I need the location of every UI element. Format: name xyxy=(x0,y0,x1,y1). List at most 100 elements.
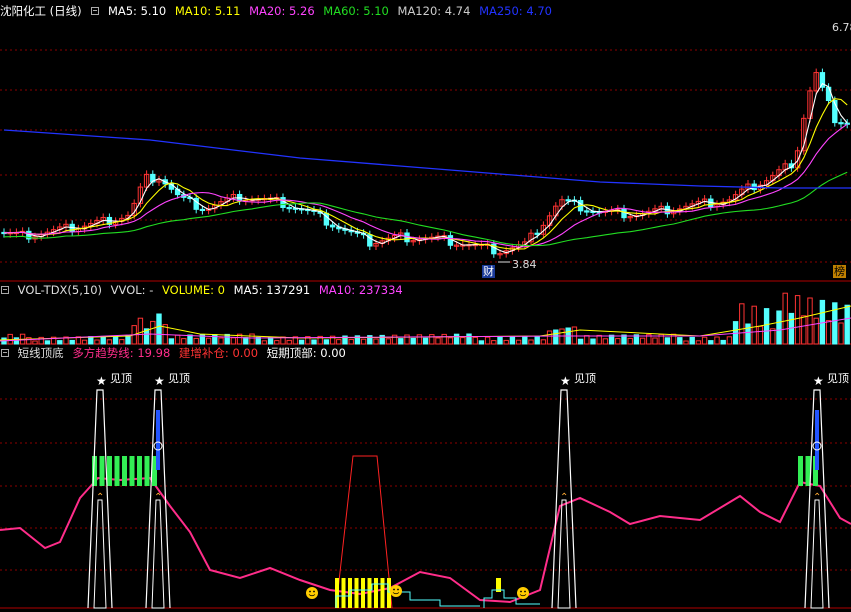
volume-bar xyxy=(584,335,590,345)
volume-bar xyxy=(57,340,63,345)
candle-body xyxy=(534,232,540,235)
smiley-icon xyxy=(517,587,529,599)
signal-bar xyxy=(798,456,803,486)
smiley-eye xyxy=(524,590,526,593)
volume-bar xyxy=(404,334,410,345)
yellow-bar xyxy=(374,578,378,608)
volume-bar xyxy=(410,337,416,345)
vol-ma5-value: MA5: 137291 xyxy=(233,283,311,297)
volume-bar xyxy=(615,338,621,345)
ma250-line xyxy=(3,129,851,189)
peak-label-3: 见顶 xyxy=(574,372,596,385)
star-icon: ★ xyxy=(813,374,824,388)
volume-bar xyxy=(441,333,447,345)
volume-bar xyxy=(677,337,683,345)
yellow-bar xyxy=(341,578,346,608)
indicator-name[interactable]: 短线顶底 xyxy=(18,346,64,360)
volume-bar xyxy=(360,338,367,345)
star-icon: ★ xyxy=(96,374,107,388)
volume-bar xyxy=(168,338,175,345)
candle-body xyxy=(819,72,826,88)
volume-bar xyxy=(509,336,516,345)
volume-bar xyxy=(336,339,342,345)
peak-label-2: 见顶 xyxy=(168,372,190,385)
volume-bar xyxy=(838,322,844,345)
volume-bar xyxy=(212,334,218,345)
trend-line-value: 多方趋势线: 19.98 xyxy=(72,346,171,360)
finance-badge[interactable]: 财 xyxy=(482,265,495,278)
volume-bar xyxy=(503,339,509,345)
volume-bar xyxy=(683,340,689,345)
signal-bar xyxy=(144,456,150,486)
volume-bar xyxy=(491,340,497,345)
candle-body xyxy=(584,210,590,213)
yellow-bar xyxy=(380,578,385,608)
candle-body xyxy=(329,224,336,228)
volume-bar xyxy=(794,295,801,345)
peak-label-4: 见顶 xyxy=(827,372,849,385)
blue-bar xyxy=(815,410,819,470)
high-price-label: 6.78 xyxy=(832,21,851,34)
signal-bar xyxy=(129,456,135,486)
volume-bar xyxy=(81,339,88,345)
smiley-eye xyxy=(309,590,311,593)
volume-bar xyxy=(484,336,491,345)
vol-indicator-name[interactable]: VOL-TDX(5,10) xyxy=(18,283,102,297)
volume-bar xyxy=(13,337,20,345)
volume-bar xyxy=(94,339,100,345)
volume-bar xyxy=(472,336,478,345)
volume-bar xyxy=(739,303,745,345)
volume-bar xyxy=(522,336,528,345)
volume-bar xyxy=(751,305,757,345)
volume-bar xyxy=(689,336,695,345)
marker-icon: ⌃ xyxy=(560,492,568,503)
volume-bar xyxy=(460,337,466,345)
peak-spike-inner xyxy=(93,499,107,609)
smiley-icon xyxy=(390,585,402,597)
volume-bar xyxy=(119,339,125,345)
volume-bar xyxy=(844,304,850,345)
volume-bar xyxy=(745,323,751,345)
collapse-icon[interactable] xyxy=(1,349,9,357)
volume-bar xyxy=(398,338,404,345)
smiley-eye xyxy=(520,590,522,593)
volume-bar xyxy=(664,337,671,345)
volume-bar xyxy=(218,337,224,345)
candle-body xyxy=(844,122,850,125)
signal-bar xyxy=(107,456,112,486)
volume-bar xyxy=(652,337,658,345)
volume-bar xyxy=(825,320,832,345)
volume-bar xyxy=(807,297,813,345)
volume-bar xyxy=(311,339,317,345)
volume-bar xyxy=(782,292,788,345)
indicator-panel-header: 短线顶底 多方趋势线: 19.98 建增补仓: 0.00 短期顶部: 0.00 xyxy=(0,346,351,360)
yellow-bar xyxy=(354,578,359,608)
volume-bar xyxy=(348,338,354,345)
ranking-badge[interactable]: 榜 xyxy=(833,265,846,278)
volume-bar xyxy=(776,310,782,345)
volume-bar xyxy=(714,336,720,345)
low-price-label: 3.84 xyxy=(512,258,537,271)
volume-bar xyxy=(32,340,38,345)
volume-bar xyxy=(391,334,398,345)
volume-bar xyxy=(193,337,199,345)
candle-body xyxy=(838,122,844,125)
smiley-eye xyxy=(397,588,399,591)
volume-bar xyxy=(230,337,237,345)
trend-line xyxy=(0,476,851,604)
chart-canvas[interactable]: ★ ⌃ ★ ⌃ ★ ⌃ ★ ⌃ xyxy=(0,0,851,612)
volume-bar xyxy=(243,337,249,345)
volume-bar xyxy=(553,329,559,345)
collapse-icon[interactable] xyxy=(1,286,9,294)
volume-bar xyxy=(720,339,726,345)
volume-bar xyxy=(497,336,503,345)
smiley-eye xyxy=(393,588,395,591)
volume-bar xyxy=(435,337,441,345)
smiley-icon xyxy=(306,587,318,599)
volume-bar xyxy=(590,338,596,345)
volume-bar xyxy=(813,317,819,345)
volume-bar xyxy=(602,338,609,345)
volume-bar xyxy=(726,336,733,345)
volume-bar xyxy=(478,340,485,345)
candle-body xyxy=(447,235,454,246)
